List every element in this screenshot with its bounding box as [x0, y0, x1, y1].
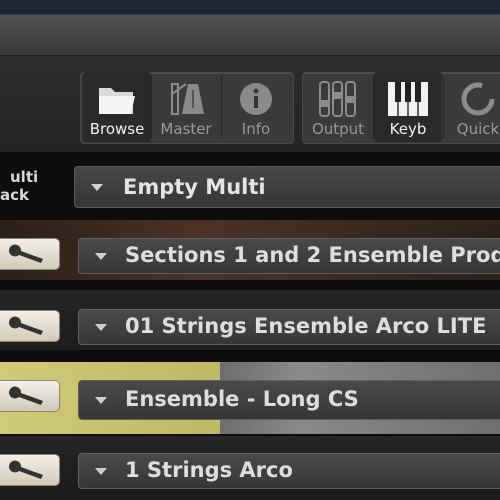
multi-rack-label-line1: ulti	[10, 168, 39, 186]
output-button[interactable]: Output	[304, 72, 372, 142]
multi-name-dropdown[interactable]: Empty Multi	[74, 166, 500, 208]
info-button[interactable]: Info	[222, 72, 290, 142]
mixer-faders-icon	[319, 81, 356, 117]
dropdown-arrow-icon[interactable]	[95, 324, 107, 331]
info-label: Info	[241, 120, 271, 138]
instrument-row: Sections 1 and 2 Ensemble Prod	[0, 220, 500, 280]
wrench-icon	[9, 244, 43, 263]
instrument-name: 1 Strings Arco	[125, 458, 293, 482]
wrench-icon	[9, 316, 43, 335]
multi-name: Empty Multi	[123, 175, 266, 199]
browse-button[interactable]: Browse	[83, 72, 151, 142]
instrument-edit-button[interactable]	[0, 454, 60, 486]
keyb-button[interactable]: Keyb	[374, 72, 442, 142]
folder-icon	[99, 88, 135, 114]
multi-rack-label-line2: ack	[0, 186, 29, 204]
instrument-name-dropdown[interactable]: 01 Strings Ensemble Arco LITE	[78, 309, 500, 345]
info-icon	[240, 83, 272, 115]
multi-rack-label: ulti ack	[0, 168, 38, 204]
instrument-name-dropdown[interactable]: 1 Strings Arco	[78, 453, 500, 489]
instrument-row-selected: Ensemble - Long CS	[0, 362, 500, 434]
instrument-name: 01 Strings Ensemble Arco LITE	[125, 314, 487, 338]
wrench-icon	[9, 460, 43, 479]
quick-load-icon	[461, 82, 495, 116]
title-bar	[0, 15, 500, 56]
dropdown-arrow-icon[interactable]	[95, 397, 107, 404]
browse-label: Browse	[89, 120, 145, 138]
quick-button[interactable]: Quick	[444, 72, 500, 142]
master-button[interactable]: Master	[152, 72, 220, 142]
instrument-row: 01 Strings Ensemble Arco LITE	[0, 290, 500, 350]
main-toolbar: Browse Master Info Output Keyb Quick	[0, 56, 500, 153]
instrument-edit-button[interactable]	[0, 380, 60, 412]
instrument-name: Sections 1 and 2 Ensemble Prod	[125, 243, 500, 267]
keyboard-icon	[388, 82, 428, 116]
dropdown-arrow-icon[interactable]	[91, 184, 103, 191]
wrench-icon	[9, 386, 43, 405]
instrument-name-dropdown[interactable]: Ensemble - Long CS	[78, 380, 500, 420]
instrument-row: 1 Strings Arco	[0, 436, 500, 500]
keyb-label: Keyb	[389, 120, 427, 138]
instrument-edit-button[interactable]	[0, 310, 60, 342]
output-label: Output	[311, 120, 365, 138]
top-window-strip	[0, 0, 500, 15]
instrument-name: Ensemble - Long CS	[125, 387, 359, 411]
instrument-edit-button[interactable]	[0, 238, 60, 270]
quick-label: Quick	[456, 120, 500, 138]
dropdown-arrow-icon[interactable]	[95, 253, 107, 260]
dropdown-arrow-icon[interactable]	[95, 468, 107, 475]
metronome-icon	[171, 83, 204, 115]
instrument-name-dropdown[interactable]: Sections 1 and 2 Ensemble Prod	[78, 238, 500, 274]
master-label: Master	[160, 120, 212, 138]
